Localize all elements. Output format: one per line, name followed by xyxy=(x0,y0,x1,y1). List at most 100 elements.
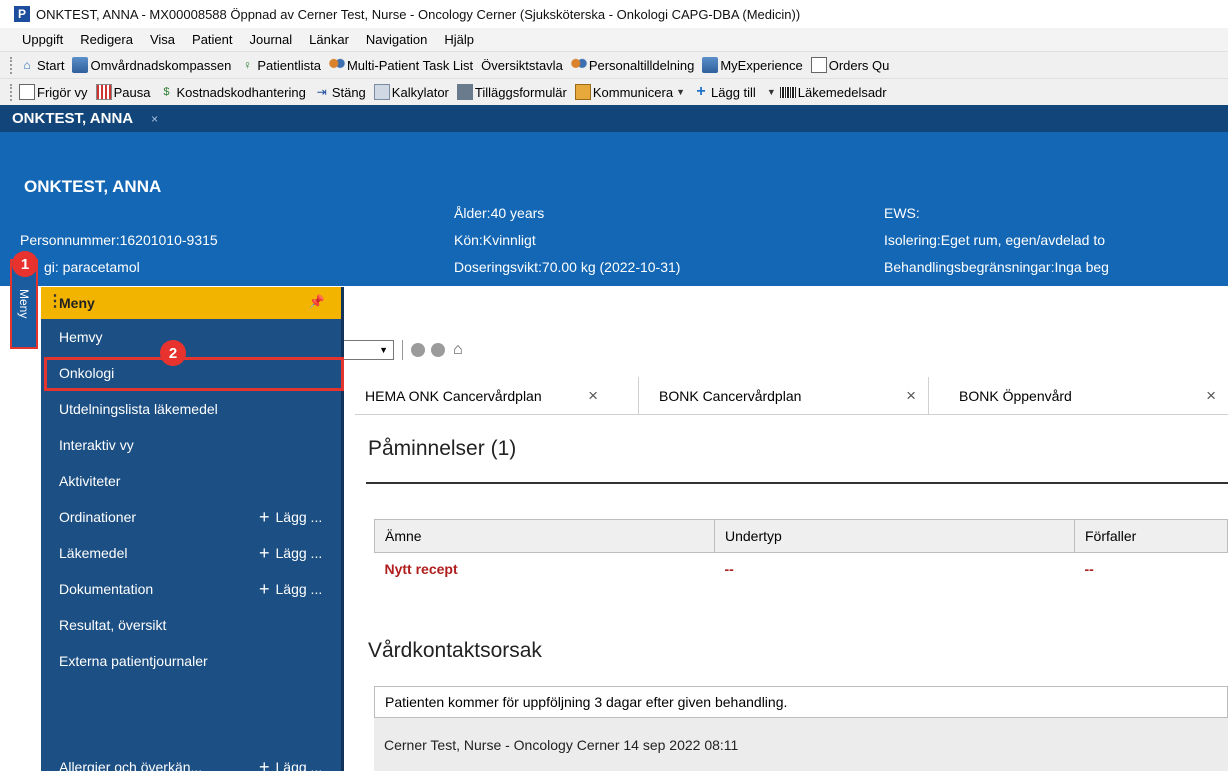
toolbar-kalkylator-button[interactable]: Kalkylator xyxy=(373,84,449,100)
chevron-down-icon: ▼ xyxy=(676,87,685,97)
toolbar-omvardnadskompassen-button[interactable]: Omvårdnadskompassen xyxy=(72,57,231,73)
window-title-bar: P ONKTEST, ANNA - MX00008588 Öppnad av C… xyxy=(0,0,1228,28)
table-header-row: Ämne Undertyp Förfaller xyxy=(374,519,1228,553)
section-divider xyxy=(366,482,1228,484)
menu-journal[interactable]: Journal xyxy=(250,32,293,47)
menu-item-hemvy[interactable]: Hemvy xyxy=(41,319,341,355)
menu-item-ordinationer[interactable]: Ordinationer + Lägg ... xyxy=(41,499,341,535)
menu-item-aktiviteter[interactable]: Aktiviteter xyxy=(41,463,341,499)
patient-treatment-limits: Behandlingsbegränsningar:Inga beg xyxy=(884,259,1109,275)
multi-patient-icon xyxy=(328,57,345,73)
toolbar-kommunicera-button[interactable]: Kommunicera ▼ xyxy=(574,84,685,100)
reason-author: Cerner Test, Nurse - Oncology Cerner 14 … xyxy=(374,718,1228,771)
home-icon: ⌂ xyxy=(23,58,31,72)
exit-icon: ⇥ xyxy=(316,85,327,99)
tab-hema-onk-cancervardplan[interactable]: HEMA ONK Cancervårdplan × xyxy=(355,377,639,415)
menu-visa[interactable]: Visa xyxy=(150,32,175,47)
menu-redigera[interactable]: Redigera xyxy=(80,32,133,47)
book-icon xyxy=(702,57,719,73)
toolbar-grip[interactable] xyxy=(10,56,13,74)
patient-tab[interactable]: ONKTEST, ANNA × xyxy=(12,105,158,132)
close-icon[interactable]: × xyxy=(588,386,598,406)
chevron-down-icon: ▼ xyxy=(379,345,388,355)
menu-item-externa-journaler[interactable]: Externa patientjournaler xyxy=(41,643,341,679)
add-lakemedel-button[interactable]: + Lägg ... xyxy=(259,535,322,571)
home-icon[interactable]: ⌂ xyxy=(453,341,463,359)
toolbar-oversiktstavla-button[interactable]: Översiktstavla xyxy=(481,58,563,73)
back-icon[interactable] xyxy=(411,343,425,357)
window-title: ONKTEST, ANNA - MX00008588 Öppnad av Cer… xyxy=(36,6,801,22)
toolbar-start-button[interactable]: ⌂ Start xyxy=(19,57,64,73)
menu-uppgift[interactable]: Uppgift xyxy=(22,32,63,47)
plus-icon: + xyxy=(259,756,270,771)
menu-item-resultat[interactable]: Resultat, översikt xyxy=(41,607,341,643)
chevron-down-icon: ▼ xyxy=(766,87,776,97)
toolbar-kostnadskod-button[interactable]: $ Kostnadskodhantering xyxy=(158,84,305,100)
mail-icon xyxy=(574,84,591,100)
toolbar-grip[interactable] xyxy=(10,83,13,101)
close-icon[interactable]: × xyxy=(151,112,158,126)
reminder-subject[interactable]: Nytt recept xyxy=(375,553,715,586)
add-allergi-button[interactable]: + Lägg ... xyxy=(259,749,322,771)
toolbar-pausa-button[interactable]: Pausa xyxy=(95,84,150,100)
menu-hjalp[interactable]: Hjälp xyxy=(444,32,474,47)
reminder-subtype: -- xyxy=(724,561,734,578)
staff-icon xyxy=(570,57,587,73)
menu-item-utdelningslista[interactable]: Utdelningslista läkemedel xyxy=(41,391,341,427)
add-dokumentation-button[interactable]: + Lägg ... xyxy=(259,571,322,607)
add-ordination-button[interactable]: + Lägg ... xyxy=(259,499,322,535)
calculator-icon xyxy=(373,84,390,100)
toolbar-divider xyxy=(402,340,403,360)
column-header-undertyp[interactable]: Undertyp xyxy=(714,519,1075,553)
plus-icon: + xyxy=(259,578,270,599)
toolbar-stang-button[interactable]: ⇥ Stäng xyxy=(314,84,366,100)
toolbar-personaltilldelning-button[interactable]: Personaltilldelning xyxy=(570,57,694,73)
patient-name: ONKTEST, ANNA xyxy=(24,177,162,196)
forward-icon[interactable] xyxy=(431,343,445,357)
menu-item-dokumentation[interactable]: Dokumentation + Lägg ... xyxy=(41,571,341,607)
reminders-title: Påminnelser (1) xyxy=(368,437,517,460)
toolbar-lagg-till-button[interactable]: + Lägg till xyxy=(693,83,755,100)
annotation-badge-1: 1 xyxy=(12,251,38,277)
toolbar-multi-patient-task-list-button[interactable]: Multi-Patient Task List xyxy=(328,57,473,73)
toolbar-orders-button[interactable]: Orders Qu xyxy=(810,57,889,73)
barcode-icon xyxy=(779,86,796,98)
menu-item-interaktiv-vy[interactable]: Interaktiv vy xyxy=(41,427,341,463)
toolbar-patientlista-button[interactable]: ♀ Patientlista xyxy=(239,57,321,73)
tab-bonk-cancervardplan[interactable]: BONK Cancervårdplan × xyxy=(639,377,929,415)
drag-handle-icon[interactable]: ⋮ xyxy=(47,294,63,310)
pause-grid-icon xyxy=(95,84,112,100)
book-icon xyxy=(72,57,89,73)
content-tabs: HEMA ONK Cancervårdplan × BONK Cancervår… xyxy=(355,377,1228,415)
reminders-table: Ämne Undertyp Förfaller Nytt recept -- -… xyxy=(374,519,1228,586)
patient-banner: ONKTEST, ANNA Personnummer:16201010-9315… xyxy=(0,132,1228,286)
toolbar-primary: ⌂ Start Omvårdnadskompassen ♀ Patientlista… xyxy=(0,51,1228,78)
reason-text: Patienten kommer för uppföljning 3 dagar… xyxy=(374,686,1228,718)
table-row[interactable]: Nytt recept -- -- xyxy=(375,553,1228,586)
pin-icon[interactable]: 📌 xyxy=(309,294,325,310)
annotation-badge-2: 2 xyxy=(160,340,186,366)
patient-allergy: gi: paracetamol xyxy=(44,259,140,275)
plus-icon: + xyxy=(259,542,270,563)
menu-navigation[interactable]: Navigation xyxy=(366,32,427,47)
toolbar-myexperience-button[interactable]: MyExperience xyxy=(702,57,803,73)
document-icon xyxy=(810,57,827,73)
menu-item-lakemedel[interactable]: Läkemedel + Lägg ... xyxy=(41,535,341,571)
close-icon[interactable]: × xyxy=(906,386,916,406)
patient-ews: EWS: xyxy=(884,205,920,221)
menu-patient[interactable]: Patient xyxy=(192,32,232,47)
reminder-due: -- xyxy=(1084,561,1094,578)
tab-bonk-oppenvard[interactable]: BONK Öppenvård × xyxy=(929,377,1228,415)
app-logo-icon: P xyxy=(14,6,30,22)
toolbar-tillaggsformular-button[interactable]: Tilläggsformulär xyxy=(456,84,567,100)
column-header-forfaller[interactable]: Förfaller xyxy=(1074,519,1228,553)
menu-item-allergier[interactable]: Allergier och överkän... + Lägg ... xyxy=(41,749,341,771)
menu-lankar[interactable]: Länkar xyxy=(309,32,349,47)
column-header-amne[interactable]: Ämne xyxy=(374,519,715,553)
close-icon[interactable]: × xyxy=(1206,386,1216,406)
view-dropdown[interactable]: ▼ xyxy=(344,340,394,360)
toolbar-frigor-vy-button[interactable]: Frigör vy xyxy=(19,84,88,100)
toolbar-lakemedelsadr-button[interactable]: ▼ Läkemedelsadr xyxy=(764,85,887,100)
menu-bar: Uppgift Redigera Visa Patient Journal Lä… xyxy=(0,28,1228,51)
reminders-count: (1) xyxy=(490,437,517,460)
